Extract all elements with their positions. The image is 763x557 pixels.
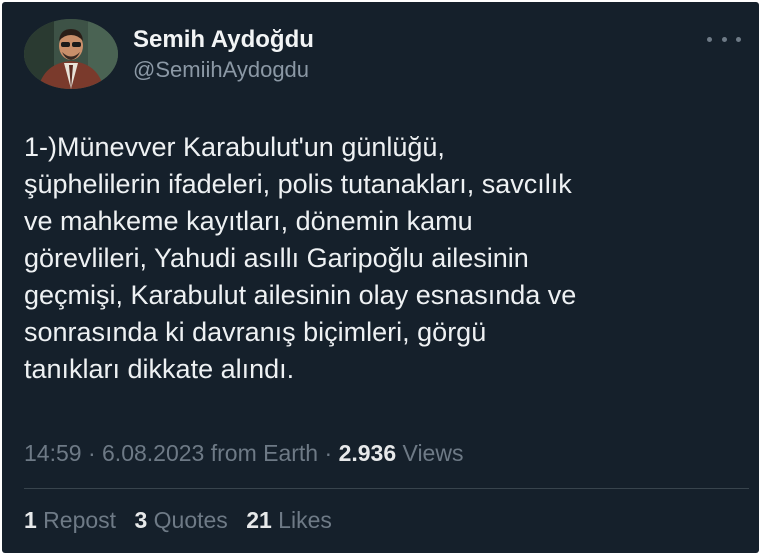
reposts-label: Repost — [36, 507, 117, 533]
reposts-stat[interactable]: 1 Repost — [24, 507, 116, 534]
quotes-count: 3 — [134, 507, 148, 533]
likes-stat[interactable]: 21 Likes — [246, 507, 332, 534]
views-count: 2.936 — [338, 440, 397, 466]
tweet-time[interactable]: 14:59 — [24, 440, 82, 466]
likes-label: Likes — [271, 507, 332, 533]
divider — [24, 488, 749, 489]
views-label: Views — [396, 440, 464, 466]
tweet-text: 1-)Münevver Karabulut'un günlüğü, şüphel… — [24, 132, 577, 384]
more-horizontal-icon-dot — [721, 36, 727, 42]
more-horizontal-icon — [707, 36, 712, 42]
tweet-date[interactable]: 6.08.2023 — [102, 440, 204, 466]
author-display-name[interactable]: Semih Aydoğdu — [133, 26, 314, 54]
tweet-card: Semih Aydoğdu @SemiihAydogdu 1-)Münevver… — [2, 2, 759, 553]
engagement-stats: 1 Repost 3 Quotes 21 Likes — [24, 507, 344, 534]
more-horizontal-icon-dot — [736, 36, 741, 42]
meta-separator: · — [81, 440, 103, 466]
author-handle[interactable]: @SemiihAydogdu — [133, 57, 309, 83]
avatar[interactable] — [24, 19, 118, 89]
meta-separator: · — [318, 440, 339, 466]
reposts-count: 1 — [24, 507, 37, 533]
likes-count: 21 — [246, 507, 272, 533]
quotes-stat[interactable]: 3 Quotes — [134, 507, 227, 534]
more-options-button[interactable] — [707, 29, 741, 49]
tweet-meta: 14:59 · 6.08.2023 from Earth · 2.936 Vie… — [24, 440, 463, 467]
quotes-label: Quotes — [147, 507, 228, 533]
avatar-photo — [24, 19, 118, 89]
tweet-source: from Earth — [204, 440, 319, 466]
